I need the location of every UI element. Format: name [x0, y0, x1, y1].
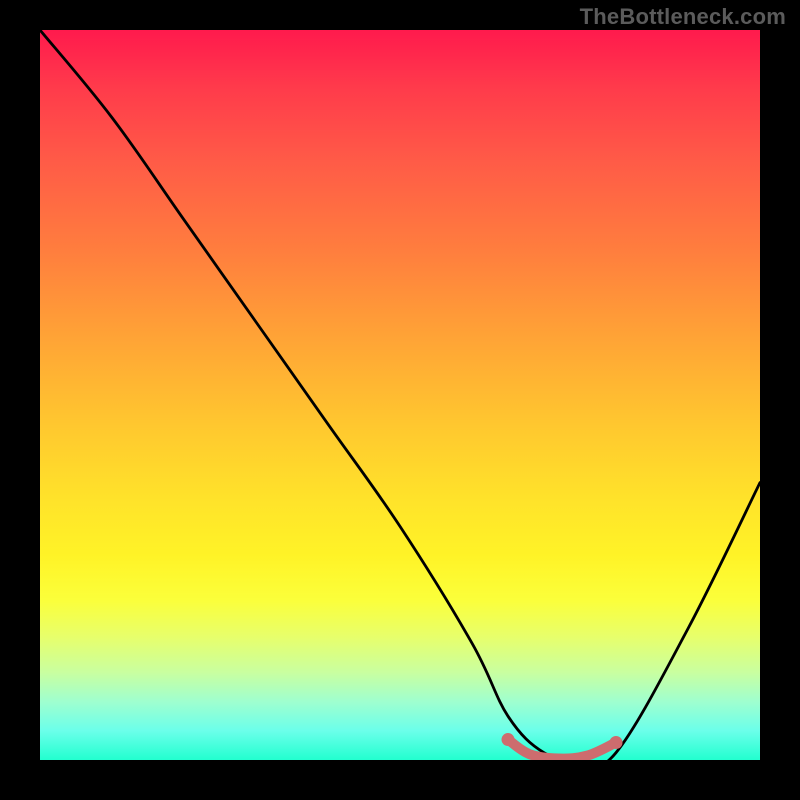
chart-frame: TheBottleneck.com — [0, 0, 800, 800]
plot-area — [40, 30, 760, 760]
optimal-range-highlight — [508, 740, 616, 759]
chart-svg — [40, 30, 760, 760]
bottleneck-curve-line — [40, 30, 760, 760]
optimal-range-start-dot — [502, 733, 515, 746]
optimal-range-end-dot — [610, 736, 623, 749]
watermark-text: TheBottleneck.com — [580, 4, 786, 30]
